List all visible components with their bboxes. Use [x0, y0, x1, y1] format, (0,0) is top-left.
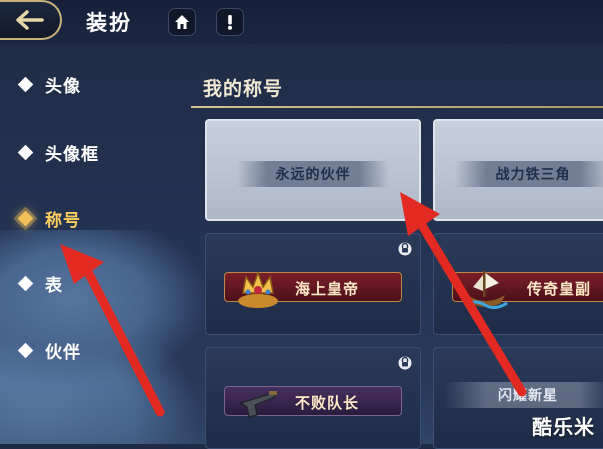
section-title: 我的称号 [203, 78, 284, 100]
sidebar-item-partner[interactable]: 伙伴 [16, 335, 81, 365]
sidebar-item-avatar[interactable]: 头像 [16, 69, 81, 99]
lock-icon [398, 356, 412, 370]
title-badge: 传奇皇副 [452, 271, 603, 310]
home-icon [175, 15, 189, 29]
top-bar: 装扮 [0, 0, 603, 44]
exclamation-icon [228, 15, 232, 30]
crown-treasure-icon [238, 270, 278, 308]
sidebar-item-avatar-frame[interactable]: 头像框 [16, 137, 99, 167]
ship-icon [464, 271, 508, 310]
title-name: 闪耀新星 [498, 388, 558, 404]
diamond-bullet-icon [17, 144, 34, 160]
title-name: 战力铁三角 [495, 167, 571, 183]
title-badge: 海上皇帝 [224, 270, 402, 308]
title-card[interactable]: 战力铁三角 [433, 119, 603, 221]
title-card[interactable]: 传奇皇副 [433, 233, 603, 335]
title-label-bar: 闪耀新星 [444, 382, 603, 408]
title-card[interactable]: 不败队长 [205, 347, 421, 449]
watermark: 酷乐米 [532, 415, 595, 439]
diamond-bullet-icon [17, 210, 34, 226]
page-title: 装扮 [86, 11, 132, 35]
back-button[interactable] [0, 0, 62, 40]
title-name: 不败队长 [295, 394, 360, 412]
title-name: 传奇皇副 [527, 280, 592, 298]
title-badge: 不败队长 [224, 386, 402, 418]
diamond-bullet-icon [17, 76, 34, 92]
diamond-bullet-icon [17, 342, 34, 358]
title-card[interactable]: 海上皇帝 [205, 233, 421, 335]
notice-button[interactable] [216, 8, 244, 36]
home-button[interactable] [168, 8, 196, 36]
title-card-selected[interactable]: 永远的伙伴 [205, 119, 421, 221]
back-arrow-icon [16, 10, 44, 30]
title-name: 海上皇帝 [295, 280, 360, 298]
sidebar-item-titles[interactable]: 称号 [16, 203, 81, 233]
sidebar-item-expression[interactable]: 表 [16, 268, 63, 298]
pistol-icon [239, 391, 277, 418]
diamond-bullet-icon [17, 275, 34, 291]
lock-icon [398, 242, 412, 256]
section-divider [191, 106, 603, 108]
title-name: 永远的伙伴 [275, 167, 351, 183]
sidebar-item-label: 伙伴 [45, 342, 81, 363]
sidebar-item-label: 头像框 [45, 144, 99, 165]
sidebar-item-label: 表 [45, 275, 63, 296]
sidebar-item-label: 头像 [45, 76, 81, 97]
title-label-bar: 永远的伙伴 [237, 161, 389, 187]
title-label-bar: 战力铁三角 [455, 161, 603, 187]
sidebar-item-label: 称号 [45, 210, 81, 231]
